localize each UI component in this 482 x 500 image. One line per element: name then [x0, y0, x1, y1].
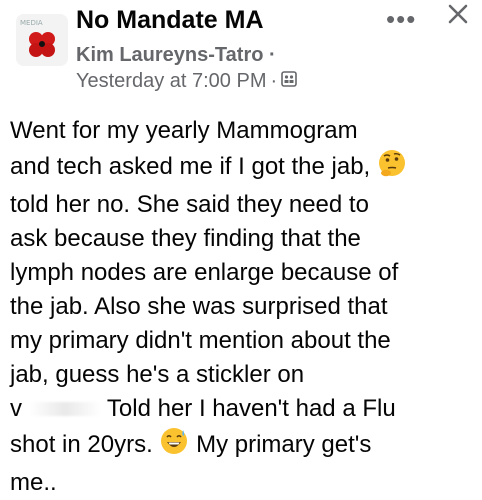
post-line-text: v: [10, 395, 22, 422]
post-header: MEDIA No Mandate MA Kim Laureyns-Tatro ·…: [0, 0, 482, 100]
close-icon[interactable]: [446, 2, 470, 26]
post-line: my primary didn't mention about the: [10, 327, 391, 354]
grinning-sweat-face-icon: [159, 426, 189, 466]
group-name[interactable]: No Mandate MA: [76, 6, 264, 35]
post-body: Went for my yearly Mammogram and tech as…: [10, 114, 478, 500]
post-timestamp[interactable]: Yesterday at 7:00 PM: [76, 70, 267, 93]
post-line: Went for my yearly Mammogram: [10, 117, 358, 144]
group-avatar[interactable]: MEDIA: [16, 14, 68, 66]
redacted-text: [28, 402, 101, 416]
author-name[interactable]: Kim Laureyns-Tatro: [76, 44, 263, 66]
post-line-redacted: v Told her I haven't had a Flu: [10, 392, 478, 426]
more-dots-icon[interactable]: •••: [386, 4, 416, 35]
post-line: me..: [10, 469, 57, 496]
post-line-text: shot in 20yrs.: [10, 431, 153, 458]
author-separator: ·: [269, 44, 276, 66]
author-line: Kim Laureyns-Tatro ·: [76, 44, 276, 67]
post-line: ask because they finding that the: [10, 225, 361, 252]
group-audience-icon: [281, 70, 297, 93]
thinking-face-icon: [377, 148, 407, 188]
post-line: told her no. She said they need to: [10, 191, 369, 218]
timestamp-separator: ·: [270, 70, 278, 92]
svg-text:MEDIA: MEDIA: [20, 19, 43, 27]
post-line: lymph nodes are enlarge because of: [10, 259, 399, 286]
post-line-text: and tech asked me if I got the jab,: [10, 153, 371, 180]
post-line: the jab. Also she was surprised that: [10, 293, 388, 320]
post-line-with-emoji: shot in 20yrs. My primary get's: [10, 426, 478, 466]
post-meta: Yesterday at 7:00 PM ·: [76, 70, 297, 93]
post-line-text: Told her I haven't had a Flu: [106, 395, 396, 422]
post-line-text: My primary get's: [196, 431, 372, 458]
post-line-with-emoji: and tech asked me if I got the jab,: [10, 148, 478, 188]
post-line: jab, guess he's a stickler on: [10, 361, 305, 388]
